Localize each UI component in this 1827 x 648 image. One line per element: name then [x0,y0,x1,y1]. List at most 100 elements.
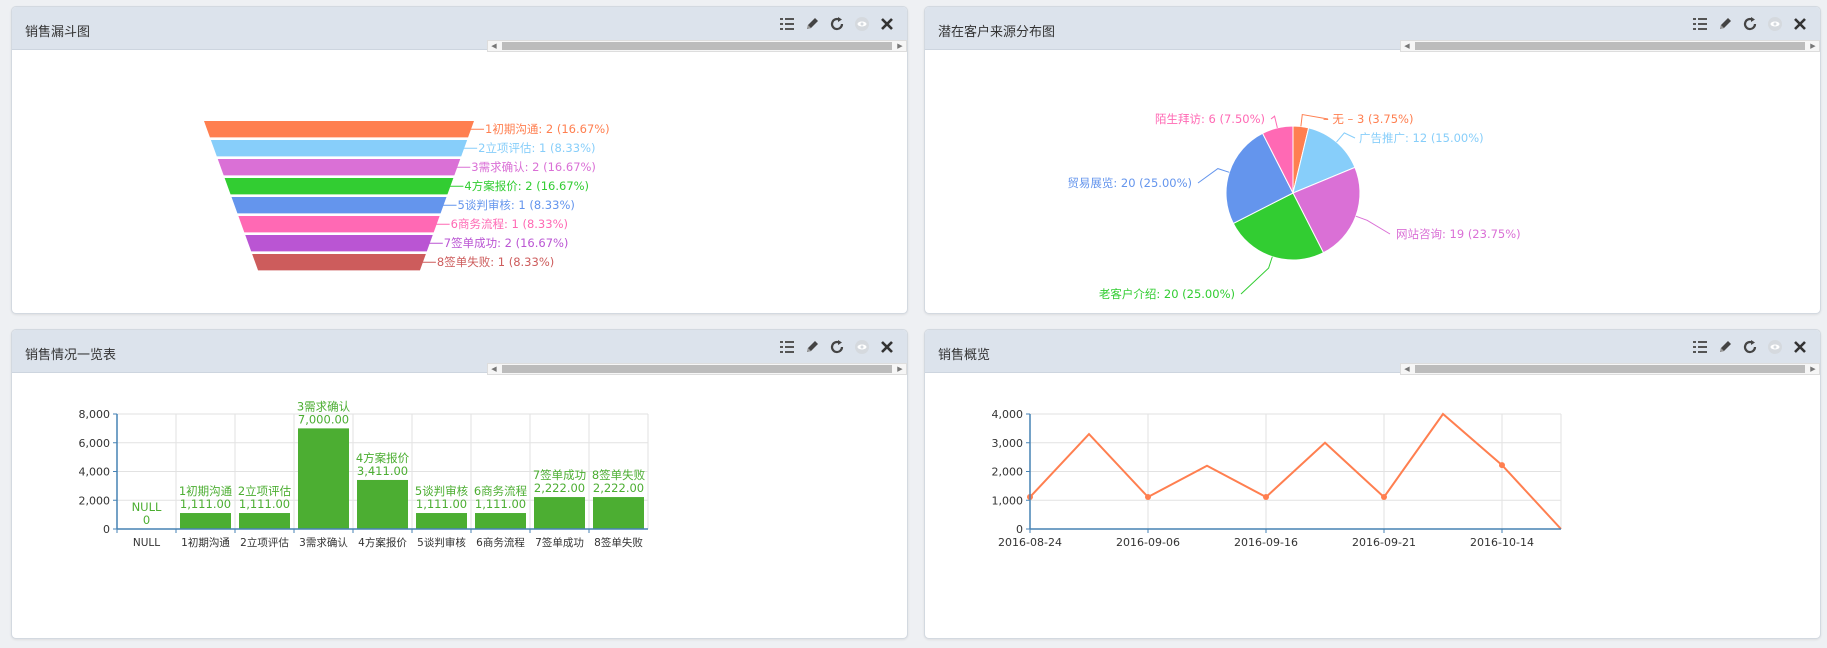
bar-chart: 02,0004,0006,0008,000NULL0NULL1初期沟通1,111… [79,399,649,549]
close-icon[interactable] [879,339,895,355]
x-tick-label: 2立项评估 [240,536,289,549]
bar-category-label: 2立项评估 [238,484,292,498]
bar [298,428,349,529]
pie-label-line [1270,115,1278,128]
pie-label-line [1197,168,1230,184]
x-tick-label: 2016-10-14 [1470,536,1534,549]
close-icon[interactable] [879,16,895,32]
funnel-stage [245,235,433,252]
panel-sales-summary-bar: 销售情况一览表 ◀ ▶ 0 2,000 4,000 6,000 8,000 NULL 0 NUL… [11,329,908,639]
pencil-icon[interactable] [804,339,820,355]
funnel-stage [210,140,468,157]
pie-slice-label: 贸易展览: 20 (25.00%) [1067,176,1192,190]
x-tick-label: 5谈判审核 [417,536,466,549]
bar [180,513,231,529]
bar [239,513,290,529]
funnel-stage [204,121,474,138]
panel-toolbar [779,16,895,32]
scrollbar-thumb[interactable] [1415,42,1805,50]
bar-category-label: 6商务流程 [474,484,528,498]
y-tick-label: 2,000 [79,494,111,507]
bar-category-label: 5谈判审核 [415,484,469,498]
y-tick-label: 0 [1016,523,1023,536]
funnel-stage [217,159,461,176]
y-tick-label: 0 [103,523,110,536]
line-chart: 0 1,000 2,000 3,000 4,000 2016-08-24 2016-09-0… [992,408,1562,549]
bar [593,497,644,529]
list-icon[interactable] [779,16,795,32]
x-tick-label: 8签单失败 [594,536,643,549]
scrollbar-thumb[interactable] [502,42,892,50]
bar-category-label: 7签单成功 [533,468,586,482]
eye-icon[interactable] [854,339,870,355]
pencil-icon[interactable] [804,16,820,32]
x-tick-label: 2016-08-24 [998,536,1062,549]
bar-category-label: 1初期沟通 [179,484,233,498]
panel-title: 销售漏斗图 [25,25,91,40]
scrollbar-thumb[interactable] [502,365,892,373]
list-icon[interactable] [1692,16,1708,32]
funnel-stage [224,178,454,195]
scrollbar-thumb[interactable] [1415,365,1805,373]
refresh-icon[interactable] [1742,339,1758,355]
pencil-icon[interactable] [1717,339,1733,355]
eye-icon[interactable] [854,16,870,32]
pie-slice-label: 网站咨询: 19 (23.75%) [1396,227,1521,241]
bar-value-label: 1,111.00 [239,497,290,511]
pie-label-line [1336,132,1356,143]
pencil-icon[interactable] [1717,16,1733,32]
panel-title: 潜在客户来源分布图 [938,25,1056,40]
funnel-stage-label: 5谈判审核: 1 (8.33%) [458,198,575,212]
pie-slice-label: 广告推广: 12 (15.00%) [1359,131,1484,145]
funnel-stage [238,216,440,233]
x-tick-label: 3需求确认 [299,536,348,549]
y-tick-label: 2,000 [992,466,1024,479]
funnel-stage-label: 3需求确认: 2 (16.67%) [471,160,596,174]
funnel-stage-label: 1初期沟通: 2 (16.67%) [485,122,610,136]
pie-chart: – 无 – 3 (3.75%) 广告推广: 12 (15.00%) 网站咨询: 19… [1067,112,1521,301]
bar-value-label: 1,111.00 [475,497,526,511]
x-tick-label: 6商务流程 [476,536,525,549]
list-icon[interactable] [779,339,795,355]
x-tick-label: 4方案报价 [358,536,407,549]
list-icon[interactable] [1692,339,1708,355]
y-tick-label: 8,000 [79,408,111,421]
bar-category-label: 3需求确认 [297,399,351,413]
bar-value-label: 1,111.00 [416,497,467,511]
line-point [1499,462,1505,469]
pie-slice-label: 陌生拜访: 6 (7.50%) [1155,112,1265,126]
funnel-stage-label: 7签单成功: 2 (16.67%) [444,236,569,250]
panel-toolbar [1692,16,1808,32]
close-icon[interactable] [1792,339,1808,355]
y-tick-label: 3,000 [992,437,1024,450]
bar-category-label: 8签单失败 [592,468,646,482]
close-icon[interactable] [1792,16,1808,32]
pie-label-line [1355,215,1391,235]
x-tick-label: 2016-09-16 [1234,536,1298,549]
y-tick-label: 4,000 [79,466,111,479]
funnel-chart: 1初期沟通: 2 (16.67%) 2立项评估: 1 (8.33%) 3需求确认: … [204,121,610,271]
funnel-stage-label: 6商务流程: 1 (8.33%) [451,217,568,231]
pie-slice-label: – 无 – 3 (3.75%) [1323,112,1413,126]
bar-value-label: 0 [143,513,150,527]
eye-icon[interactable] [1767,16,1783,32]
panel-customer-source-pie: 潜在客户来源分布图 ◀ ▶ – 无 – 3 (3.75%) 广告推广: 12 (15… [924,6,1821,314]
funnel-stage-label: 4方案报价: 2 (16.67%) [464,179,589,193]
line-point [1145,494,1151,501]
refresh-icon[interactable] [1742,16,1758,32]
panel-sales-overview-line: 销售概览 ◀ ▶ 0 1,000 2,000 3,000 4,000 2016-08-24 2… [924,329,1821,639]
funnel-stage [231,197,447,214]
pie-label-line [1240,256,1273,295]
line-point [1263,494,1269,501]
bar-category-label: NULL [132,500,162,514]
refresh-icon[interactable] [829,339,845,355]
eye-icon[interactable] [1767,339,1783,355]
refresh-icon[interactable] [829,16,845,32]
funnel-stage-label: 8签单失败: 1 (8.33%) [437,255,554,269]
y-tick-label: 4,000 [992,408,1024,421]
funnel-stage [252,254,426,271]
bar-value-label: 2,222.00 [534,481,585,495]
bar-value-label: 1,111.00 [180,497,231,511]
x-tick-label: 7签单成功 [535,536,584,549]
bar [416,513,467,529]
